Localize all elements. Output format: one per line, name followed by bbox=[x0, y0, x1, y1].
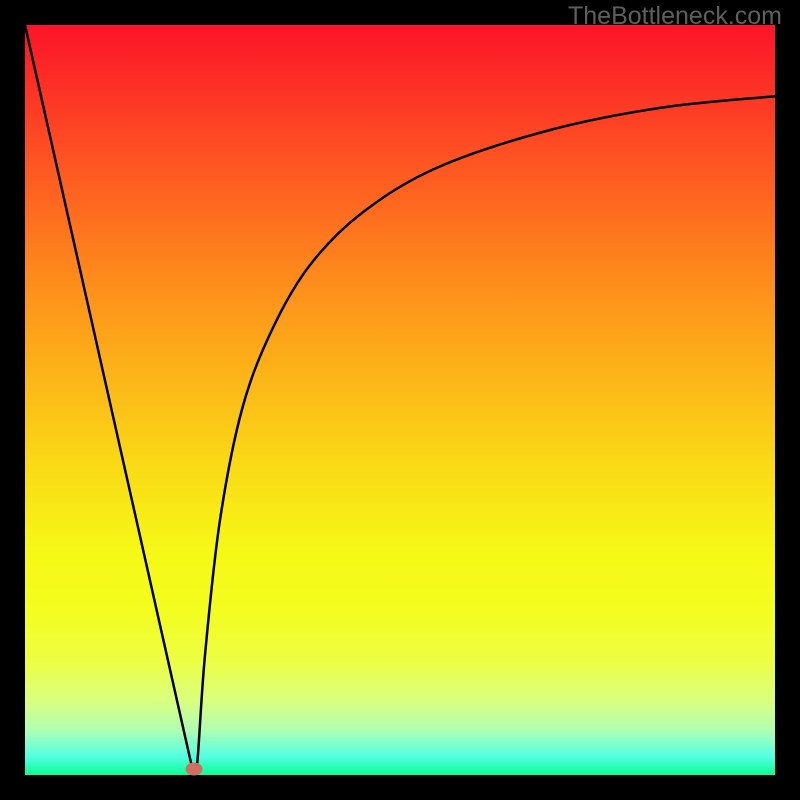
curve-path bbox=[25, 25, 775, 775]
minimum-marker bbox=[185, 763, 202, 776]
curve-svg bbox=[25, 25, 775, 775]
plot-area bbox=[25, 25, 775, 775]
chart-frame: TheBottleneck.com bbox=[0, 0, 800, 800]
